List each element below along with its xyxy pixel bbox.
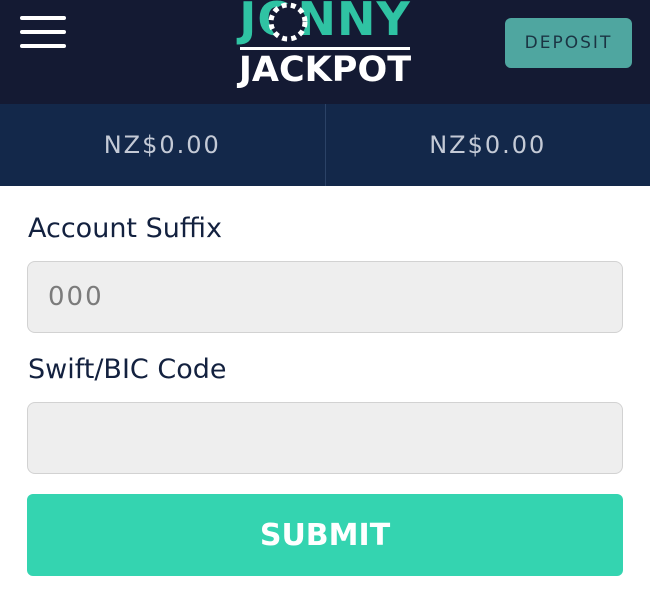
account-suffix-label: Account Suffix: [28, 213, 222, 244]
poker-chip-icon: [268, 2, 308, 42]
hamburger-menu-icon[interactable]: [20, 14, 66, 50]
menu-bar-top: [20, 16, 66, 20]
menu-bar-middle: [20, 30, 66, 34]
brand-logo[interactable]: JONNY JACKPOT: [222, 0, 428, 94]
balance-secondary: NZ$0.00: [429, 131, 547, 159]
balance-primary: NZ$0.00: [103, 131, 221, 159]
logo-text-bottom: JACKPOT: [238, 50, 412, 90]
swift-bic-input[interactable]: [27, 402, 623, 474]
deposit-button[interactable]: DEPOSIT: [505, 18, 632, 68]
swift-bic-label: Swift/BIC Code: [28, 354, 227, 385]
top-header: JONNY JACKPOT DEPOSIT: [0, 0, 650, 104]
submit-button[interactable]: SUBMIT: [27, 494, 623, 576]
menu-bar-bottom: [20, 44, 66, 48]
logo-text-top: JONNY: [239, 0, 411, 46]
balance-bar: NZ$0.00 NZ$0.00: [0, 104, 650, 186]
account-suffix-input[interactable]: [27, 261, 623, 333]
